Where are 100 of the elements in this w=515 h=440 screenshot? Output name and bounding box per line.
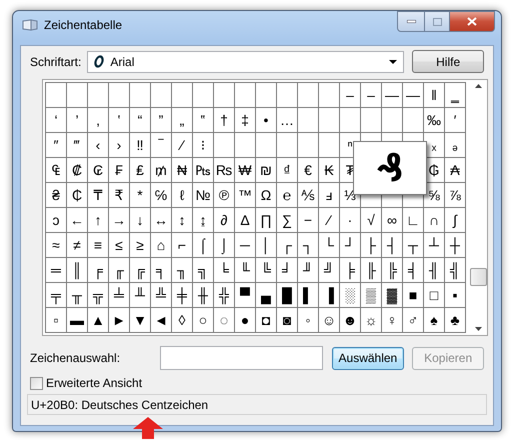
character-cell[interactable]: ┬: [403, 233, 423, 257]
character-cell[interactable]: ↄ: [46, 208, 66, 232]
maximize-button[interactable]: [425, 11, 450, 32]
character-cell[interactable]: ”: [151, 108, 171, 132]
select-button[interactable]: Auswählen: [332, 346, 404, 370]
character-cell[interactable]: ‚: [88, 108, 108, 132]
character-cell[interactable]: „: [172, 108, 192, 132]
character-cell[interactable]: ‴: [67, 133, 87, 157]
character-cell[interactable]: ╨: [130, 283, 150, 307]
character-cell[interactable]: √: [361, 208, 381, 232]
character-cell[interactable]: ╪: [172, 283, 192, 307]
character-cell[interactable]: ╒: [88, 258, 108, 282]
character-cell[interactable]: ╢: [424, 258, 444, 282]
character-cell[interactable]: ◘: [256, 308, 276, 332]
character-cell[interactable]: █: [277, 283, 297, 307]
character-cell[interactable]: ∆: [235, 208, 255, 232]
character-cell[interactable]: ⌐: [172, 233, 192, 257]
character-cell[interactable]: ₓ: [424, 133, 444, 157]
character-cell[interactable]: ∩: [424, 208, 444, 232]
character-cell[interactable]: †: [214, 108, 234, 132]
character-cell[interactable]: ◌: [214, 308, 234, 332]
character-cell[interactable]: ╘: [214, 258, 234, 282]
character-cell[interactable]: ╓: [109, 258, 129, 282]
character-cell[interactable]: ∕: [319, 208, 339, 232]
character-cell[interactable]: –: [361, 83, 381, 107]
character-cell[interactable]: ╩: [151, 283, 171, 307]
character-cell[interactable]: ℅: [151, 183, 171, 207]
character-cell[interactable]: ┤: [382, 233, 402, 257]
character-cell[interactable]: ≡: [88, 233, 108, 257]
character-cell[interactable]: ‼: [130, 133, 150, 157]
character-cell[interactable]: ╜: [298, 258, 318, 282]
character-cell[interactable]: ∙: [340, 208, 360, 232]
character-cell[interactable]: ○: [193, 308, 213, 332]
character-cell[interactable]: ℮: [277, 183, 297, 207]
character-cell[interactable]: ■: [403, 283, 423, 307]
checkbox[interactable]: [30, 376, 43, 390]
character-cell[interactable]: ♀: [382, 308, 402, 332]
character-cell[interactable]: ☻: [340, 308, 360, 332]
character-cell[interactable]: ‾: [151, 133, 171, 157]
character-cell[interactable]: ₹: [109, 183, 129, 207]
character-cell[interactable]: —: [382, 83, 402, 107]
character-cell[interactable]: ◦: [298, 308, 318, 332]
character-cell[interactable]: ►: [109, 308, 129, 332]
character-cell[interactable]: ₠: [46, 158, 66, 182]
character-cell[interactable]: ‒: [340, 83, 360, 107]
character-cell[interactable]: ‡: [235, 108, 255, 132]
character-cell[interactable]: ⅞: [445, 183, 465, 207]
character-cell[interactable]: ♠: [424, 308, 444, 332]
character-cell[interactable]: ╣: [445, 258, 465, 282]
character-cell[interactable]: ₫: [277, 158, 297, 182]
character-cell[interactable]: ∏: [256, 208, 276, 232]
character-cell[interactable]: ├: [361, 233, 381, 257]
character-cell[interactable]: ∟: [403, 208, 423, 232]
character-cell[interactable]: ╦: [88, 283, 108, 307]
character-cell[interactable]: ₡: [67, 158, 87, 182]
character-cell[interactable]: Ω: [256, 183, 276, 207]
character-cell[interactable]: ⁄: [172, 133, 192, 157]
character-cell[interactable]: ₭: [319, 158, 339, 182]
scroll-down-icon[interactable]: [475, 327, 482, 331]
character-cell[interactable]: ≤: [109, 233, 129, 257]
character-cell[interactable]: ₳: [445, 158, 465, 182]
character-cell[interactable]: ╝: [319, 258, 339, 282]
checkbox-label[interactable]: Erweiterte Ansicht: [46, 376, 142, 390]
minimize-button[interactable]: [397, 11, 425, 32]
character-cell[interactable]: ‰: [424, 108, 444, 132]
character-cell[interactable]: ┴: [424, 233, 444, 257]
character-cell[interactable]: ₪: [256, 158, 276, 182]
character-cell[interactable]: ∂: [214, 208, 234, 232]
scroll-up-icon[interactable]: [475, 84, 482, 88]
character-cell[interactable]: ░: [340, 283, 360, 307]
character-cell[interactable]: •: [256, 108, 276, 132]
character-cell[interactable]: ⌂: [151, 233, 171, 257]
character-cell[interactable]: ⅎ: [319, 183, 339, 207]
character-cell[interactable]: ▒: [361, 283, 381, 307]
character-cell[interactable]: ♣: [445, 308, 465, 332]
character-cell[interactable]: ₔ: [445, 133, 465, 157]
character-cell[interactable]: ═: [46, 258, 66, 282]
character-cell[interactable]: ‛: [109, 108, 129, 132]
character-cell[interactable]: ╙: [235, 258, 255, 282]
character-cell[interactable]: ▄: [256, 283, 276, 307]
character-cell[interactable]: ›: [109, 133, 129, 157]
character-cell[interactable]: ╫: [193, 283, 213, 307]
character-cell[interactable]: ♂: [403, 308, 423, 332]
character-cell[interactable]: ⁝: [193, 133, 213, 157]
character-cell[interactable]: ⅍: [298, 183, 318, 207]
character-cell[interactable]: ◙: [277, 308, 297, 332]
character-cell[interactable]: □: [424, 283, 444, 307]
character-cell[interactable]: −: [298, 208, 318, 232]
character-cell[interactable]: ’: [67, 108, 87, 132]
character-cell[interactable]: ‗: [445, 83, 465, 107]
character-cell[interactable]: ₢: [88, 158, 108, 182]
character-cell[interactable]: ●: [235, 308, 255, 332]
font-dropdown[interactable]: Arial: [87, 50, 404, 72]
close-button[interactable]: [450, 11, 495, 32]
character-cell[interactable]: ╬: [214, 283, 234, 307]
character-cell[interactable]: ╚: [256, 258, 276, 282]
character-cell[interactable]: ☼: [361, 308, 381, 332]
character-cell[interactable]: ∫: [445, 208, 465, 232]
character-cell[interactable]: ₸: [88, 183, 108, 207]
character-cell[interactable]: ″: [46, 133, 66, 157]
